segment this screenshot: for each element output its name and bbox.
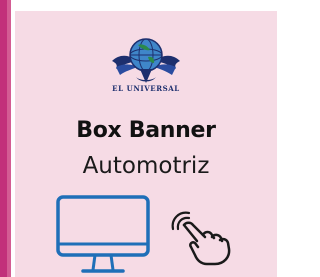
desktop-monitor-icon	[55, 194, 151, 277]
brand-logo-text: EL UNIVERSAL	[112, 84, 180, 93]
accent-edge-strip	[0, 0, 11, 277]
banner-subtitle: Automotriz	[82, 153, 210, 179]
tap-hand-icon	[167, 207, 237, 267]
banner-card[interactable]: EL UNIVERSAL Box Banner Automotriz	[15, 11, 277, 277]
banner-frame: EL UNIVERSAL Box Banner Automotriz	[0, 0, 277, 277]
banner-title: Box Banner	[76, 118, 216, 143]
